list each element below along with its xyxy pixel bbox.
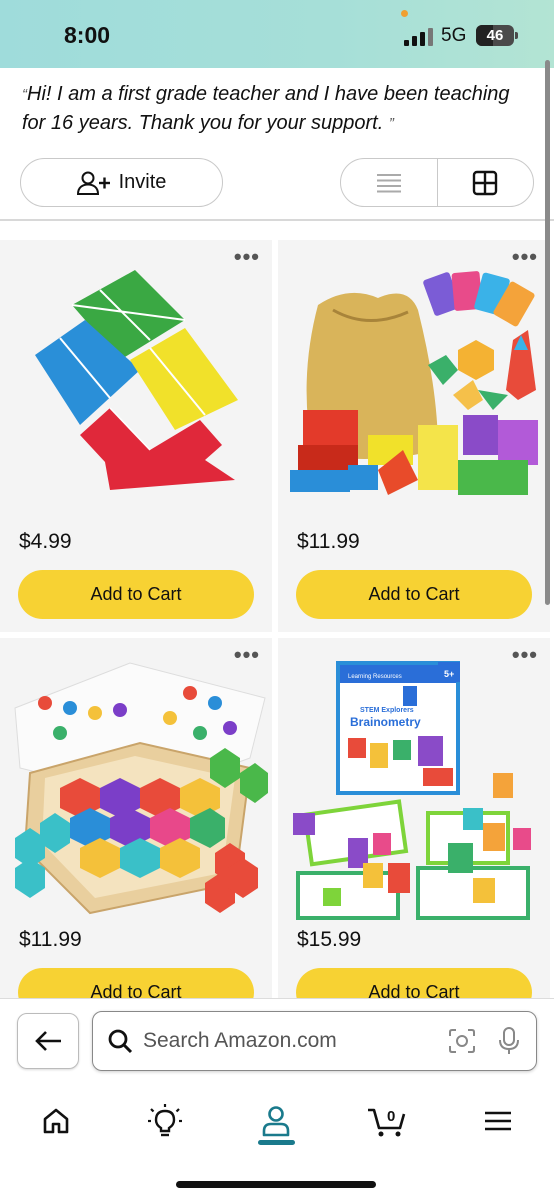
list-view-icon [376,173,401,192]
tangram-puzzle-image[interactable] [0,250,272,535]
brainometry-kit-image[interactable]: Learning Resources 5+ STEM Explorers Bra… [278,648,550,933]
box-title: Brainometry [350,715,421,729]
product-card[interactable]: ••• $11.99 Add to Cart [0,638,272,1000]
home-icon [43,1108,69,1134]
invite-button[interactable]: Invite [20,158,223,207]
add-to-cart-button[interactable]: Add to Cart [18,968,254,1000]
product-card[interactable]: ••• $4.99 Add to Cart [0,240,272,632]
product-grid: ••• $4.99 Add to Cart ••• $11.99 Add to … [0,240,554,1000]
nav-inspire[interactable] [140,1101,190,1141]
add-to-cart-button[interactable]: Add to Cart [296,570,532,619]
search-icon [108,1029,133,1054]
grid-view-button[interactable] [436,159,534,206]
status-bar: 8:00 5G 46 [0,0,554,68]
product-card[interactable]: Learning Resources 5+ STEM Explorers Bra… [278,638,550,1000]
product-price: $15.99 [297,928,362,951]
product-price: $4.99 [19,530,72,553]
add-to-cart-button[interactable]: Add to Cart [18,570,254,619]
product-price: $11.99 [19,928,82,951]
search-toolbar: Search Amazon.com [0,998,554,1083]
account-icon [262,1106,290,1137]
signal-icon [404,28,433,46]
close-quote-mark: ” [388,115,394,132]
add-person-icon [76,171,110,195]
nav-home[interactable] [31,1101,81,1141]
cart-count: 0 [387,1108,395,1125]
pattern-blocks-image[interactable] [278,250,550,535]
nav-menu[interactable] [473,1101,523,1141]
hexagon-puzzle-image[interactable] [0,648,272,933]
nav-account[interactable] [251,1101,301,1141]
search-input[interactable]: Search Amazon.com [92,1011,537,1071]
back-arrow-icon [35,1031,61,1051]
back-button[interactable] [17,1013,79,1069]
microphone-icon[interactable] [498,1026,520,1056]
more-options-icon[interactable]: ••• [512,644,538,666]
quote-text: Hi! I am a first grade teacher and I hav… [22,83,510,134]
battery-icon: 46 [476,25,514,46]
network-type: 5G [441,25,467,46]
lightbulb-icon [148,1104,182,1137]
product-price: $11.99 [297,530,360,553]
search-placeholder: Search Amazon.com [143,1029,337,1052]
cart-icon: 0 [368,1108,406,1137]
list-view-button[interactable] [341,159,437,206]
scrollbar[interactable] [545,60,550,605]
more-options-icon[interactable]: ••• [234,246,260,268]
invite-label: Invite [118,171,167,193]
menu-icon [485,1111,511,1131]
battery-level: 46 [486,27,504,44]
status-time: 8:00 [64,22,111,48]
nav-cart[interactable]: 0 [362,1101,412,1141]
product-card[interactable]: ••• $11.99 Add to Cart [278,240,550,632]
camera-search-icon[interactable] [448,1028,476,1054]
box-age: 5+ [444,669,454,679]
home-indicator [176,1181,376,1188]
more-options-icon[interactable]: ••• [512,246,538,268]
bottom-navigation: 0 [0,1083,554,1200]
box-brand: Learning Resources [348,674,402,680]
battery-tip [515,32,518,39]
box-subtitle: STEM Explorers [360,707,414,714]
privacy-indicator-dot [401,10,408,17]
grid-view-icon [473,170,498,195]
active-tab-indicator [258,1140,295,1145]
list-description-quote: “Hi! I am a first grade teacher and I ha… [22,80,522,138]
view-toggle [340,158,534,207]
divider [0,219,554,221]
add-to-cart-button[interactable]: Add to Cart [296,968,532,1000]
more-options-icon[interactable]: ••• [234,644,260,666]
